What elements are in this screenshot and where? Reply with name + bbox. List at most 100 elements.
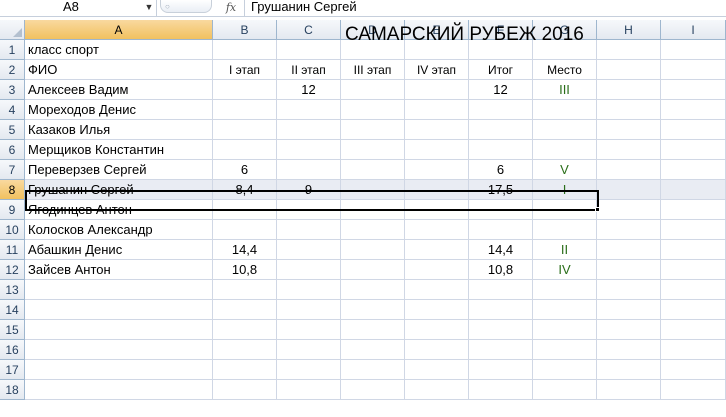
cell-g12[interactable]: IV [533,260,597,280]
cell-b3[interactable] [213,80,277,100]
cell-a16[interactable] [25,340,213,360]
cell-d17[interactable] [341,360,405,380]
cell-i14[interactable] [661,300,726,320]
cell-g18[interactable] [533,380,597,400]
cell-a1[interactable]: класс спорт [25,40,213,60]
cell-c12[interactable] [277,260,341,280]
cell-f10[interactable] [469,220,533,240]
cell-c16[interactable] [277,340,341,360]
cell-h8[interactable] [597,180,661,200]
cell-h12[interactable] [597,260,661,280]
row-header-5[interactable]: 5 [0,120,25,140]
cell-g4[interactable] [533,100,597,120]
cell-e4[interactable] [405,100,469,120]
row-header-11[interactable]: 11 [0,240,25,260]
cell-a2[interactable]: ФИО [25,60,213,80]
row-header-9[interactable]: 9 [0,200,25,220]
row-header-1[interactable]: 1 [0,40,25,60]
cell-c13[interactable] [277,280,341,300]
cell-c17[interactable] [277,360,341,380]
cell-a3[interactable]: Алексеев Вадим [25,80,213,100]
column-header-a[interactable]: A [25,20,213,40]
cell-h17[interactable] [597,360,661,380]
row-header-15[interactable]: 15 [0,320,25,340]
cell-d14[interactable] [341,300,405,320]
cell-i18[interactable] [661,380,726,400]
row-header-3[interactable]: 3 [0,80,25,100]
row-header-10[interactable]: 10 [0,220,25,240]
cell-g14[interactable] [533,300,597,320]
cell-f18[interactable] [469,380,533,400]
cell-i5[interactable] [661,120,726,140]
cell-g2[interactable]: Место [533,60,597,80]
cell-b6[interactable] [213,140,277,160]
cell-h14[interactable] [597,300,661,320]
cell-d5[interactable] [341,120,405,140]
cell-i1[interactable] [661,40,726,60]
cell-b1[interactable] [213,40,277,60]
cell-d13[interactable] [341,280,405,300]
row-header-13[interactable]: 13 [0,280,25,300]
insert-function-icon[interactable]: fx [221,0,241,16]
row-header-8[interactable]: 8 [0,180,25,200]
cell-f13[interactable] [469,280,533,300]
chevron-down-icon[interactable]: ▼ [144,1,154,13]
cell-a13[interactable] [25,280,213,300]
cell-d16[interactable] [341,340,405,360]
row-header-16[interactable]: 16 [0,340,25,360]
cell-e3[interactable] [405,80,469,100]
cell-a10[interactable]: Колосков Александр [25,220,213,240]
cell-i10[interactable] [661,220,726,240]
cell-b16[interactable] [213,340,277,360]
cell-d7[interactable] [341,160,405,180]
cell-e17[interactable] [405,360,469,380]
cell-h3[interactable] [597,80,661,100]
cell-a14[interactable] [25,300,213,320]
cell-i12[interactable] [661,260,726,280]
cell-g13[interactable] [533,280,597,300]
cell-c7[interactable] [277,160,341,180]
cell-b10[interactable] [213,220,277,240]
cell-i9[interactable] [661,200,726,220]
cell-b7[interactable]: 6 [213,160,277,180]
cell-d4[interactable] [341,100,405,120]
cell-h4[interactable] [597,100,661,120]
row-header-18[interactable]: 18 [0,380,25,400]
cell-h16[interactable] [597,340,661,360]
cell-d12[interactable] [341,260,405,280]
cell-i8[interactable] [661,180,726,200]
cell-h9[interactable] [597,200,661,220]
cell-f16[interactable] [469,340,533,360]
cell-c3[interactable]: 12 [277,80,341,100]
cell-c2[interactable]: II этап [277,60,341,80]
cell-d2[interactable]: III этап [341,60,405,80]
cell-g11[interactable]: II [533,240,597,260]
cell-a15[interactable] [25,320,213,340]
cell-f15[interactable] [469,320,533,340]
cell-e2[interactable]: IV этап [405,60,469,80]
cell-g6[interactable] [533,140,597,160]
cell-d3[interactable] [341,80,405,100]
cell-a11[interactable]: Абашкин Денис [25,240,213,260]
cell-h10[interactable] [597,220,661,240]
cell-g10[interactable] [533,220,597,240]
cell-b15[interactable] [213,320,277,340]
cell-d6[interactable] [341,140,405,160]
column-header-i[interactable]: I [661,20,726,40]
cell-h18[interactable] [597,380,661,400]
row-header-14[interactable]: 14 [0,300,25,320]
cell-f12[interactable]: 10,8 [469,260,533,280]
cell-f3[interactable]: 12 [469,80,533,100]
cell-h15[interactable] [597,320,661,340]
cell-h5[interactable] [597,120,661,140]
cell-g17[interactable] [533,360,597,380]
cell-e15[interactable] [405,320,469,340]
fill-handle[interactable] [595,207,600,212]
cell-c6[interactable] [277,140,341,160]
cell-e18[interactable] [405,380,469,400]
row-header-6[interactable]: 6 [0,140,25,160]
cell-d11[interactable] [341,240,405,260]
cell-c1[interactable] [277,40,341,60]
cell-a18[interactable] [25,380,213,400]
cell-a12[interactable]: Зайсев Антон [25,260,213,280]
